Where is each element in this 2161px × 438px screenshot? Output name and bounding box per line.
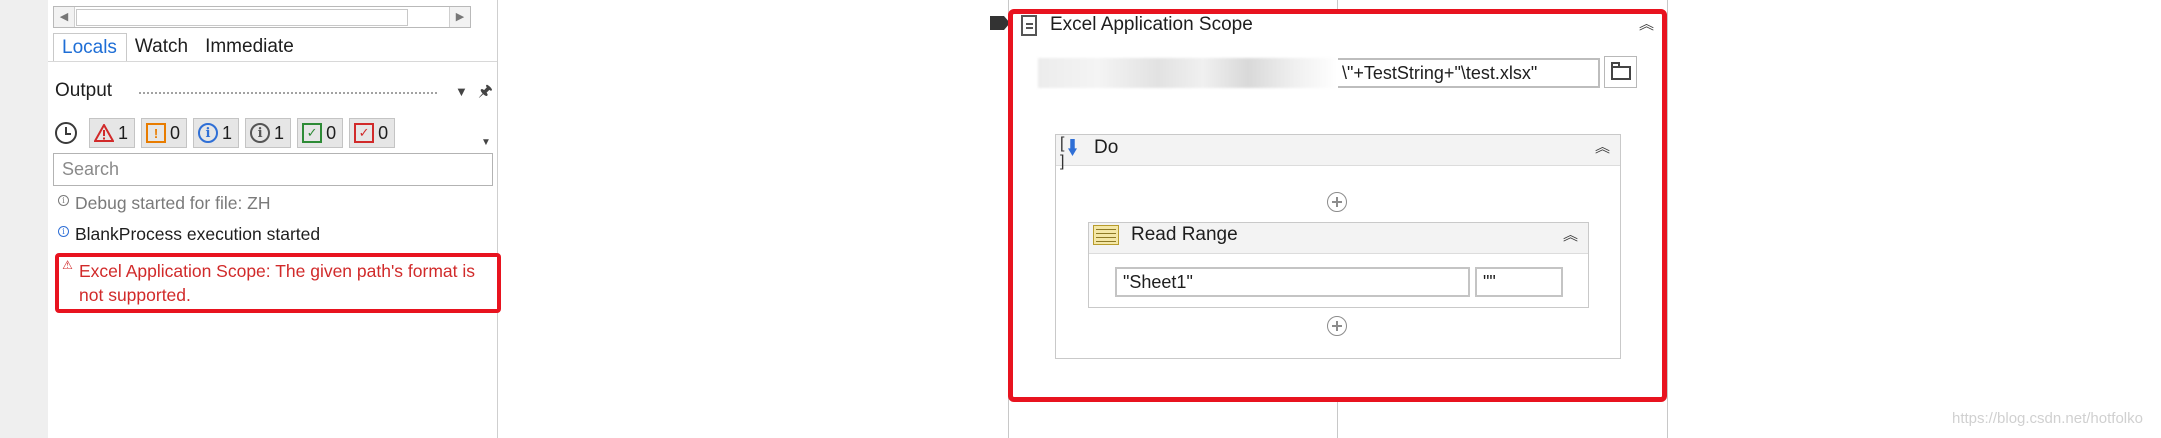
scroll-left-icon[interactable]: ◀ — [54, 7, 75, 27]
filter-info-button[interactable]: i 1 — [193, 118, 240, 148]
search-input[interactable] — [54, 154, 492, 185]
scroll-thumb[interactable] — [76, 9, 408, 26]
overflow-icon[interactable]: ▼ — [481, 137, 491, 148]
debug-info-icon: i — [58, 195, 69, 206]
log-line[interactable]: i BlankProcess execution started — [53, 222, 493, 246]
debug-panel: ◀ ▶ Locals Watch Immediate Output ▼ 🖈 1 … — [48, 0, 501, 438]
do-title: Do — [1094, 137, 1119, 158]
log-text: Debug started for file: ZH — [75, 193, 271, 213]
scope-title: Excel Application Scope — [1050, 14, 1253, 35]
log-text: BlankProcess execution started — [75, 224, 321, 244]
info-icon: i — [58, 226, 69, 237]
watermark: https://blog.csdn.net/hotfolko — [1952, 410, 2143, 427]
scope-header[interactable]: Excel Application Scope — [1021, 14, 1253, 36]
success-count: 0 — [326, 122, 337, 143]
errors-count: 1 — [118, 122, 129, 143]
debug-tabs: Locals Watch Immediate — [53, 33, 303, 62]
filter-errors-button[interactable]: 1 — [89, 118, 136, 148]
filter-success-button[interactable]: ✓ 0 — [297, 118, 344, 148]
output-header: Output ▼ 🖈 — [53, 78, 493, 106]
log-text: Excel Application Scope: The given path'… — [79, 261, 476, 305]
drag-handle-icon[interactable] — [990, 16, 1010, 30]
read-range-title-row[interactable]: Read Range — [1093, 224, 1238, 246]
blurred-path — [1038, 58, 1338, 88]
error-log-line[interactable]: ⚠ Excel Application Scope: The given pat… — [55, 253, 501, 313]
sequence-arrow-icon — [1060, 135, 1084, 171]
trace-icon: i — [250, 123, 271, 143]
folder-icon — [1611, 62, 1631, 80]
clock-icon[interactable] — [55, 122, 77, 144]
sheet-name-input[interactable]: "Sheet1" — [1115, 267, 1470, 297]
output-log: i Debug started for file: ZH i BlankProc… — [53, 191, 501, 320]
failed-count: 0 — [378, 122, 389, 143]
horizontal-scrollbar[interactable]: ◀ ▶ — [53, 0, 491, 28]
workbook-path-field[interactable]: \"+TestString+"\test.xlsx" — [1038, 58, 1600, 88]
add-activity-icon[interactable] — [1327, 316, 1347, 336]
dropdown-caret-icon[interactable]: ▼ — [455, 84, 468, 99]
document-icon — [1021, 14, 1037, 36]
tab-watch[interactable]: Watch — [127, 33, 197, 61]
trace-count: 1 — [274, 122, 285, 143]
pin-icon[interactable]: 🖈 — [478, 80, 493, 107]
divider — [48, 61, 497, 62]
divider — [1667, 0, 1668, 438]
output-title: Output — [55, 80, 113, 101]
collapse-icon[interactable]: ︽ — [1639, 17, 1654, 32]
output-filters: 1 ! 0 i 1 i 1 ✓ 0 ✓ 0 — [53, 116, 401, 150]
checkmark-icon: ✓ — [302, 123, 323, 143]
output-search[interactable] — [53, 153, 493, 186]
drag-grip-icon[interactable] — [138, 91, 438, 96]
path-text[interactable]: \"+TestString+"\test.xlsx" — [1338, 58, 1600, 88]
failed-check-icon: ✓ — [354, 123, 375, 143]
scroll-track[interactable]: ◀ ▶ — [53, 6, 471, 28]
info-count: 1 — [222, 122, 233, 143]
scroll-right-icon[interactable]: ▶ — [449, 7, 470, 27]
log-line[interactable]: i Debug started for file: ZH — [53, 191, 493, 215]
warning-icon: ! — [146, 123, 167, 143]
tab-immediate[interactable]: Immediate — [197, 33, 303, 61]
do-title-row[interactable]: Do — [1060, 135, 1119, 171]
collapse-icon[interactable]: ︽ — [1595, 140, 1610, 155]
collapse-icon[interactable]: ︽ — [1563, 228, 1578, 243]
filter-trace-button[interactable]: i 1 — [245, 118, 292, 148]
add-activity-icon[interactable] — [1327, 192, 1347, 212]
left-gutter — [0, 0, 49, 438]
warnings-count: 0 — [170, 122, 181, 143]
do-header[interactable] — [1056, 135, 1620, 166]
error-triangle-icon: ⚠ — [62, 258, 73, 272]
read-range-title: Read Range — [1131, 224, 1238, 245]
range-input[interactable]: "" — [1475, 267, 1563, 297]
browse-folder-button[interactable] — [1604, 56, 1637, 88]
spreadsheet-icon — [1093, 225, 1119, 245]
error-triangle-icon — [94, 123, 114, 143]
info-icon: i — [198, 123, 219, 143]
filter-warnings-button[interactable]: ! 0 — [141, 118, 188, 148]
filter-failed-button[interactable]: ✓ 0 — [349, 118, 396, 148]
tab-locals[interactable]: Locals — [53, 33, 127, 62]
